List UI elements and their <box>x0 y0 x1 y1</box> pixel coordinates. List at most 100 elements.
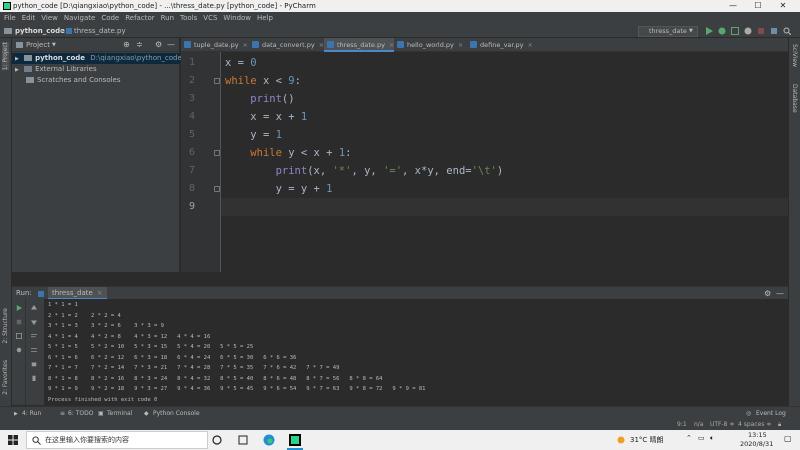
run-console[interactable]: 1 * 1 = 1 2 * 1 = 2 2 * 2 = 4 3 * 1 = 3 3 … <box>44 299 788 405</box>
close-icon[interactable]: × <box>97 289 103 297</box>
chevron-up-icon[interactable]: ⌃ <box>686 434 692 442</box>
profile-icon[interactable] <box>744 27 752 35</box>
project-panel-title[interactable]: Project <box>26 38 50 52</box>
network-icon[interactable]: ▭ <box>698 434 705 442</box>
code-editor[interactable]: x = 0 while x < 9: print() x = x + 1 y = … <box>221 52 788 272</box>
breadcrumb-project[interactable]: python_code <box>15 24 65 38</box>
line-separator[interactable]: n/a <box>694 420 704 430</box>
breadcrumb-file[interactable]: thress_date.py <box>74 24 126 38</box>
tree-item-scratches[interactable]: Scratches and Consoles <box>12 75 121 86</box>
expand-arrow-icon[interactable]: ▶ <box>15 56 19 62</box>
line-number: 8 <box>188 183 195 194</box>
fold-marker-icon[interactable] <box>214 150 220 156</box>
close-icon[interactable]: × <box>243 41 248 49</box>
scroll-to-end-icon[interactable] <box>31 347 37 353</box>
menu-window[interactable]: Window <box>223 12 251 24</box>
tree-item-python-code[interactable]: ▶ python_code D:\qiangxiao\python_code <box>12 53 182 64</box>
tool-tab-terminal[interactable]: Terminal <box>107 407 132 421</box>
line-number: 1 <box>188 57 195 68</box>
project-tool-tab[interactable]: 1: Project <box>2 42 9 71</box>
stop-icon[interactable] <box>16 319 22 325</box>
maximize-button[interactable]: ☐ <box>747 0 769 12</box>
sciview-tool-tab[interactable]: SciView <box>791 44 798 67</box>
soft-wrap-icon[interactable] <box>31 333 37 339</box>
structure-tool-tab[interactable]: 2: Structure <box>2 308 9 344</box>
menu-help[interactable]: Help <box>257 12 273 24</box>
tab-hello-world[interactable]: hello_world.py × <box>394 38 467 52</box>
run-configuration-select[interactable]: thress_date ▼ <box>638 26 698 37</box>
run-icon[interactable] <box>705 27 713 35</box>
edge-browser-icon[interactable] <box>263 434 275 446</box>
close-icon[interactable]: × <box>528 41 533 49</box>
notification-icon[interactable]: ▢ <box>784 434 792 443</box>
coverage-icon[interactable] <box>731 27 739 35</box>
task-view-icon[interactable] <box>212 435 222 445</box>
search-icon[interactable] <box>783 27 791 35</box>
tool-tab-python-console[interactable]: Python Console <box>153 407 200 421</box>
tab-define-var[interactable]: define_var.py × <box>467 38 537 52</box>
event-log-tab[interactable]: Event Log <box>756 407 786 421</box>
menu-vcs[interactable]: VCS <box>203 12 217 24</box>
collapse-icon[interactable]: ≑ <box>136 38 143 52</box>
pycharm-taskbar-icon[interactable] <box>289 434 301 446</box>
arrow-up-icon[interactable] <box>31 305 37 311</box>
tab-tuple-date[interactable]: tuple_date.py × <box>181 38 249 52</box>
fold-marker-icon[interactable] <box>214 78 220 84</box>
hide-icon[interactable]: — <box>167 38 175 52</box>
menu-code[interactable]: Code <box>101 12 119 24</box>
code-line[interactable]: while x < 9: <box>225 72 301 90</box>
chevron-down-icon[interactable]: ▼ <box>52 38 56 52</box>
close-button[interactable]: ✕ <box>772 0 794 12</box>
arrow-down-icon[interactable] <box>31 319 37 325</box>
weather-text[interactable]: 31°C 晴朗 <box>630 435 664 445</box>
caret-position[interactable]: 9:1 <box>677 420 687 430</box>
menu-file[interactable]: File <box>4 12 16 24</box>
code-token: 1 <box>300 111 308 123</box>
code-line[interactable]: y = 1 <box>225 126 282 144</box>
file-encoding[interactable]: UTF-8 ≑ <box>710 420 734 430</box>
code-line[interactable]: print() <box>225 90 294 108</box>
database-tool-tab[interactable]: Database <box>791 84 798 113</box>
tool-tab-todo[interactable]: 6: TODO <box>68 407 93 421</box>
windows-start-icon[interactable] <box>8 435 18 445</box>
clock-date[interactable]: 2020/8/31 <box>740 440 773 448</box>
menu-edit[interactable]: Edit <box>22 12 36 24</box>
stop-icon[interactable] <box>757 27 765 35</box>
widgets-icon[interactable] <box>238 435 248 445</box>
fold-marker-icon[interactable] <box>214 186 220 192</box>
tab-data-convert[interactable]: data_convert.py × <box>249 38 324 52</box>
locate-icon[interactable]: ⊕ <box>123 38 130 52</box>
clock-time[interactable]: 13:15 <box>748 431 767 439</box>
restore-layout-icon[interactable] <box>16 333 22 339</box>
tree-item-external-libraries[interactable]: ▶ External Libraries <box>12 64 97 75</box>
code-token: '=' <box>383 165 403 177</box>
print-icon[interactable] <box>31 361 37 367</box>
pin-icon[interactable] <box>16 347 22 353</box>
lock-icon[interactable]: 🔒︎ <box>778 420 781 430</box>
code-line[interactable] <box>221 198 788 216</box>
minimize-button[interactable]: — <box>722 0 744 12</box>
rerun-icon[interactable] <box>16 305 22 311</box>
gear-icon[interactable]: ⚙ <box>155 38 162 52</box>
expand-arrow-icon[interactable]: ▶ <box>15 67 19 73</box>
menu-run[interactable]: Run <box>161 12 174 24</box>
menu-tools[interactable]: Tools <box>180 12 197 24</box>
code-line[interactable]: y = y + 1 <box>225 180 333 198</box>
menu-view[interactable]: View <box>41 12 58 24</box>
tool-tab-run[interactable]: 4: Run <box>22 407 41 421</box>
git-icon[interactable] <box>770 27 778 35</box>
code-line[interactable]: while y < x + 1: <box>225 144 351 162</box>
volume-icon[interactable]: 🔈︎ <box>710 434 714 443</box>
debug-icon[interactable] <box>718 27 726 35</box>
menu-refactor[interactable]: Refactor <box>125 12 154 24</box>
code-line[interactable]: x = 0 <box>225 54 257 72</box>
indent-setting[interactable]: 4 spaces ≑ <box>738 420 771 430</box>
code-line[interactable]: print(x, '*', y, '=', x*y, end='\t') <box>225 162 504 180</box>
trash-icon[interactable] <box>31 375 37 381</box>
close-icon[interactable]: × <box>458 41 463 49</box>
favorites-tool-tab[interactable]: 2: Favorites <box>2 360 9 395</box>
code-line[interactable]: x = x + 1 <box>225 108 307 126</box>
tab-thress-date[interactable]: thress_date.py × <box>324 38 394 52</box>
taskbar-search-input[interactable]: 在这里输入你要搜索的内容 <box>26 431 208 449</box>
menu-navigate[interactable]: Navigate <box>64 12 95 24</box>
